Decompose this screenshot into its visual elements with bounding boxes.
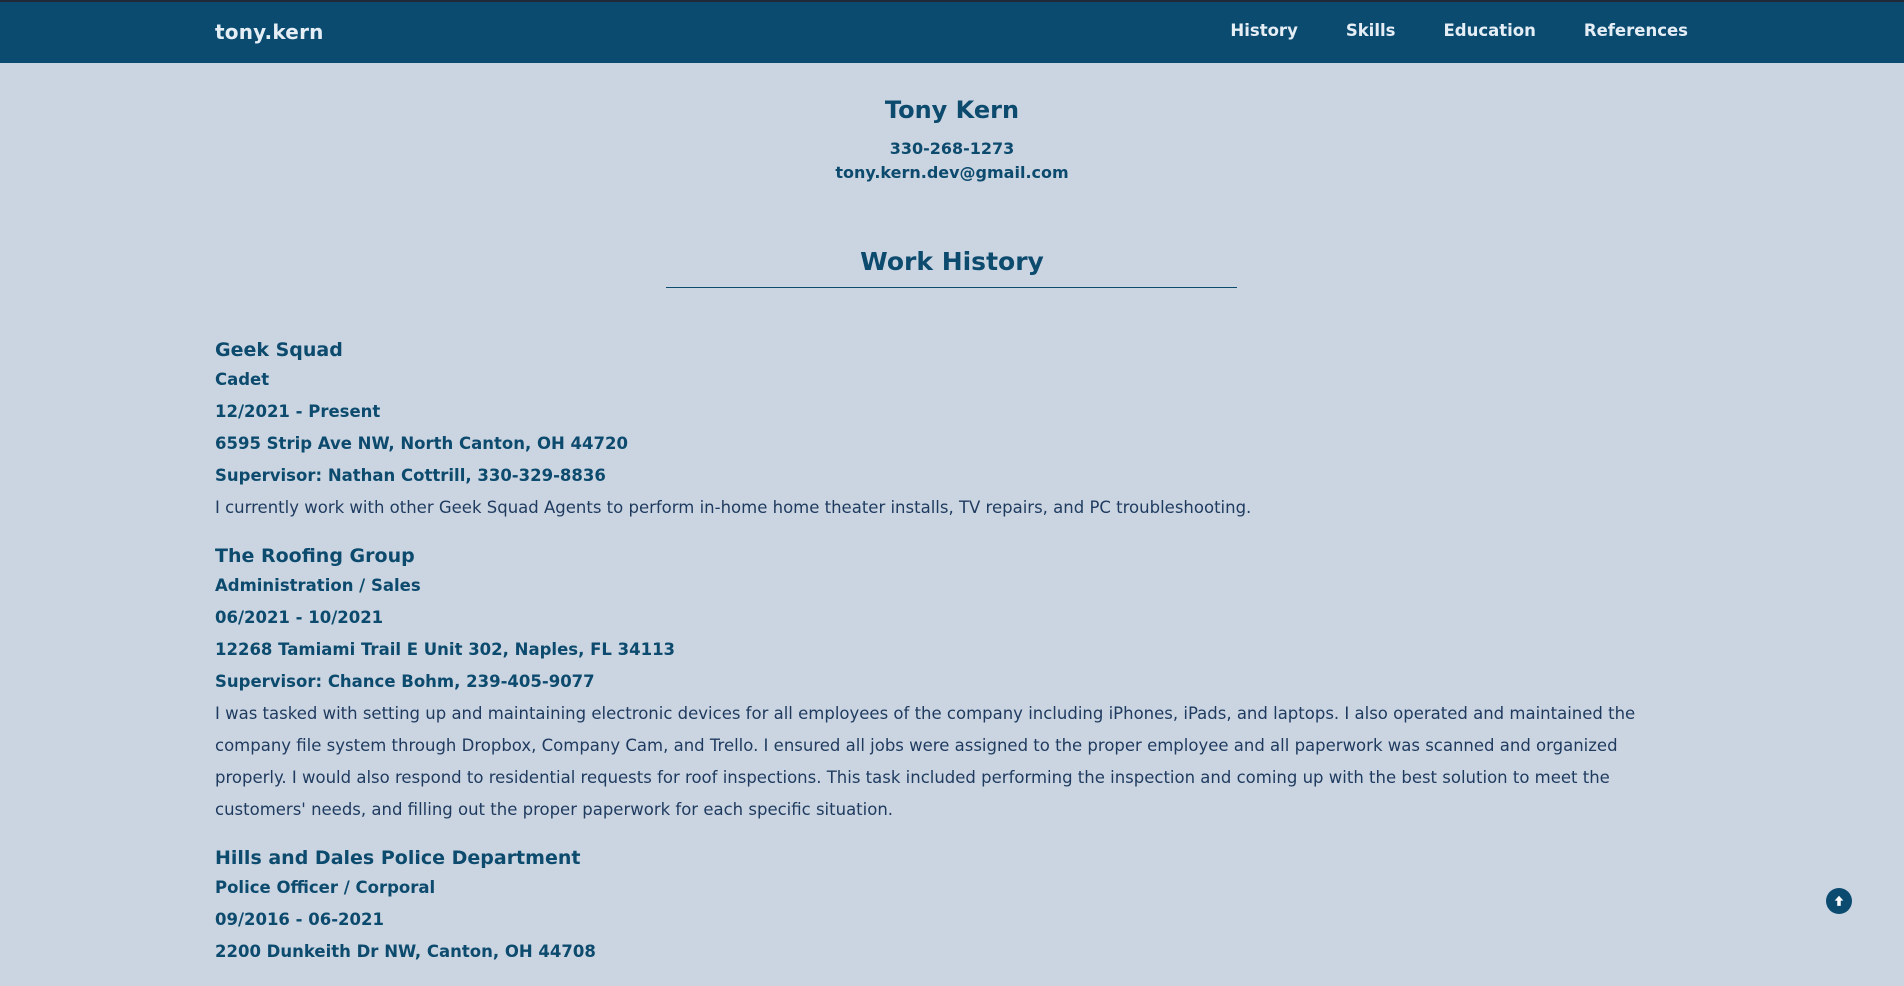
job-role: Police Officer / Corporal: [215, 878, 436, 897]
arrow-up-circle-icon: [1834, 895, 1844, 906]
job-entry: The Roofing Group Administration / Sales…: [215, 542, 1690, 826]
nav-link-skills[interactable]: Skills: [1346, 21, 1396, 40]
nav-link-education[interactable]: Education: [1443, 21, 1535, 40]
nav-link-references[interactable]: References: [1584, 21, 1688, 40]
nav-link-history[interactable]: History: [1230, 21, 1297, 40]
main-nav: History Skills Education References: [1230, 21, 1688, 40]
job-description: I was tasked with setting up and maintai…: [215, 704, 1636, 819]
profile-email: tony.kern.dev@gmail.com: [835, 163, 1069, 182]
work-history-title: Work History: [860, 247, 1044, 276]
job-role: Cadet: [215, 370, 270, 389]
job-entry: Hills and Dales Police Department Police…: [215, 844, 1690, 968]
work-history-list: Geek Squad Cadet 12/2021 - Present 6595 …: [215, 336, 1690, 986]
job-address: 6595 Strip Ave NW, North Canton, OH 4472…: [215, 434, 628, 453]
scroll-to-top-button[interactable]: [1826, 888, 1852, 914]
section-divider: [666, 287, 1237, 288]
job-entry: Geek Squad Cadet 12/2021 - Present 6595 …: [215, 336, 1690, 524]
job-company: Hills and Dales Police Department: [215, 847, 581, 869]
job-company: The Roofing Group: [215, 545, 415, 567]
job-description: I currently work with other Geek Squad A…: [215, 498, 1252, 517]
job-company: Geek Squad: [215, 339, 343, 361]
profile-header: Tony Kern 330-268-1273 tony.kern.dev@gma…: [0, 92, 1904, 185]
job-dates: 09/2016 - 06-2021: [215, 910, 384, 929]
profile-name: Tony Kern: [884, 96, 1020, 124]
job-supervisor: Supervisor: Chance Bohm, 239-405-9077: [215, 672, 595, 691]
profile-phone: 330-268-1273: [889, 139, 1015, 158]
job-address: 12268 Tamiami Trail E Unit 302, Naples, …: [215, 640, 676, 659]
job-supervisor: Supervisor: Nathan Cottrill, 330-329-883…: [215, 466, 606, 485]
job-address: 2200 Dunkeith Dr NW, Canton, OH 44708: [215, 942, 596, 961]
job-dates: 06/2021 - 10/2021: [215, 608, 384, 627]
brand-logo-link[interactable]: tony.kern: [215, 20, 324, 44]
job-role: Administration / Sales: [215, 576, 421, 595]
top-navbar: tony.kern History Skills Education Refer…: [0, 0, 1904, 63]
job-dates: 12/2021 - Present: [215, 402, 381, 421]
